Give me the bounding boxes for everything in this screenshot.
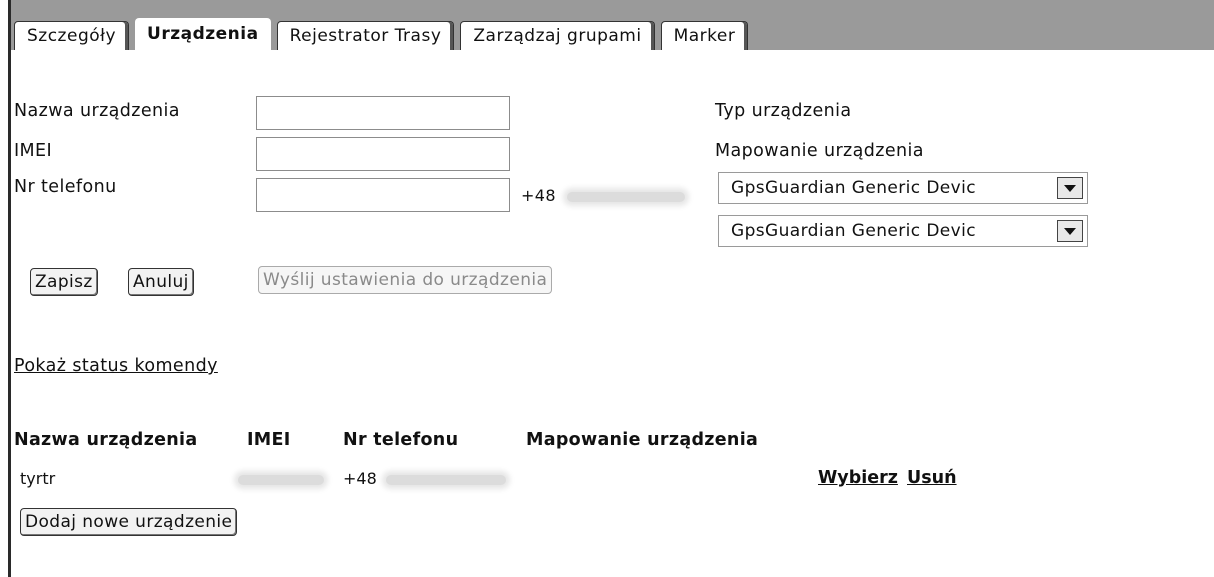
redacted-imei xyxy=(238,469,324,488)
phone-input[interactable] xyxy=(256,178,510,212)
device-mapping-select[interactable]: GpsGuardian Generic Devic xyxy=(718,215,1088,247)
command-status-link[interactable]: Pokaż status komendy xyxy=(14,356,218,376)
device-type-label: Typ urządzenia xyxy=(715,101,852,121)
tab-rejestrator-trasy[interactable]: Rejestrator Trasy xyxy=(276,21,455,50)
tab-urzadzenia[interactable]: Urządzenia xyxy=(135,18,271,50)
add-device-button[interactable]: Dodaj nowe urządzenie xyxy=(20,508,238,536)
window-left-border xyxy=(8,0,11,577)
phone-label: Nr telefonu xyxy=(14,177,117,197)
phone-prefix: +48 xyxy=(521,186,686,205)
device-mapping-label: Mapowanie urządzenia xyxy=(715,141,924,161)
tabs: Szczegóły Urządzenia Rejestrator Trasy Z… xyxy=(14,18,754,50)
col-header-name: Nazwa urządzenia xyxy=(14,430,198,450)
device-name-input[interactable] xyxy=(256,96,510,130)
tab-szczegoly[interactable]: Szczegóły xyxy=(14,21,130,50)
delete-device-link[interactable]: Usuń xyxy=(907,468,957,488)
cancel-button[interactable]: Anuluj xyxy=(128,268,194,296)
redacted-phone xyxy=(567,191,686,202)
save-button[interactable]: Zapisz xyxy=(30,268,98,296)
device-mapping-select-value: GpsGuardian Generic Devic xyxy=(731,221,976,241)
chevron-down-icon[interactable] xyxy=(1057,220,1083,242)
row-device-name: tyrtr xyxy=(20,469,56,488)
send-settings-button[interactable]: Wyślij ustawienia do urządzenia xyxy=(258,266,553,294)
device-name-label: Nazwa urządzenia xyxy=(14,101,180,121)
device-type-select[interactable]: GpsGuardian Generic Devic xyxy=(718,172,1088,204)
col-header-phone: Nr telefonu xyxy=(343,430,459,450)
imei-label: IMEI xyxy=(14,141,53,161)
col-header-mapping: Mapowanie urządzenia xyxy=(526,430,759,450)
row-phone: +48 xyxy=(343,469,506,488)
tab-zarzadzaj-grupami[interactable]: Zarządzaj grupami xyxy=(460,21,655,50)
tab-marker[interactable]: Marker xyxy=(660,21,749,50)
select-device-link[interactable]: Wybierz xyxy=(818,468,898,488)
chevron-down-icon[interactable] xyxy=(1057,177,1083,199)
row-phone-prefix: +48 xyxy=(343,469,377,488)
col-header-imei: IMEI xyxy=(247,430,291,450)
imei-input[interactable] xyxy=(256,137,510,171)
phone-prefix-text: +48 xyxy=(521,186,556,205)
device-type-select-value: GpsGuardian Generic Devic xyxy=(731,178,976,198)
redacted-row-phone xyxy=(385,474,506,485)
